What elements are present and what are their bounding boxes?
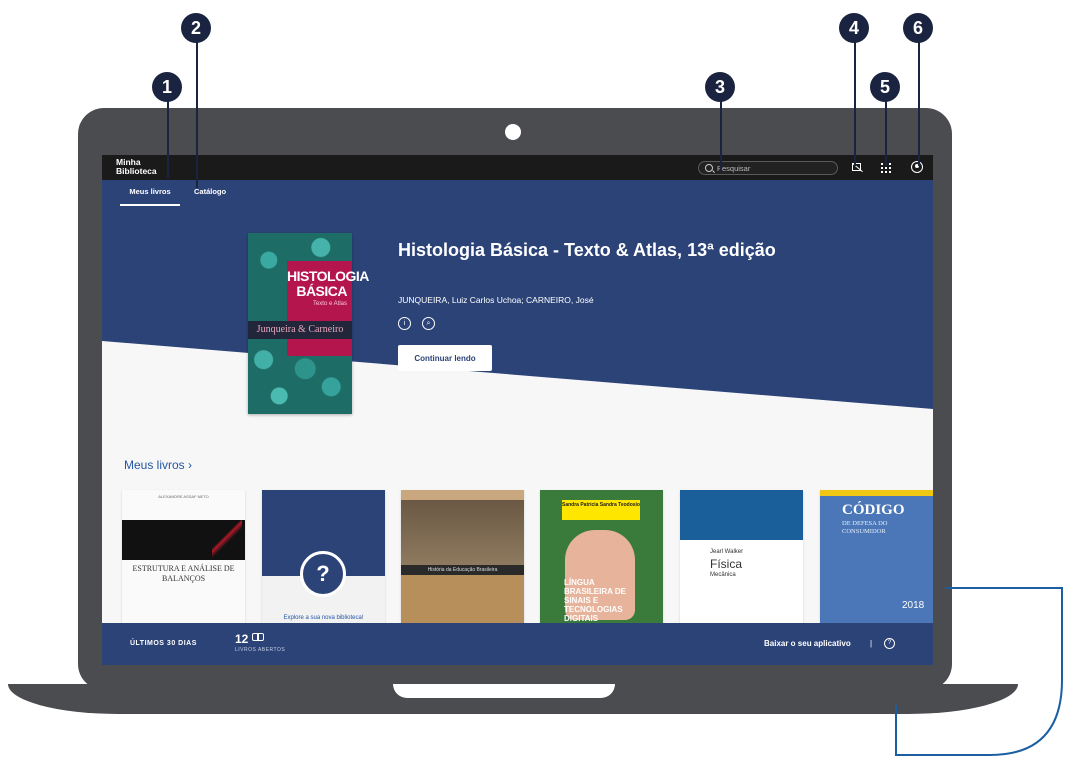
marker-3: 3 — [705, 72, 735, 102]
book-card[interactable]: História da Educação Brasileira — [401, 490, 524, 630]
marker-1: 1 — [152, 72, 182, 102]
hero-book-cover[interactable]: HISTOLOGIA BÁSICA Texto e Atlas Junqueir… — [248, 233, 369, 414]
continue-reading-button[interactable]: Continuar lendo — [398, 345, 492, 371]
nav-bar: Meus livros Catálogo — [102, 180, 933, 206]
camera-dot — [505, 124, 521, 140]
book-card[interactable]: Jearl Walker Física Mecânica — [680, 490, 803, 630]
footer-bar: ÚLTIMOS 30 DIAS 12 LIVROS ABERTOS Baixar… — [102, 623, 933, 665]
download-app-link[interactable]: Baixar o seu aplicativo — [764, 639, 851, 648]
laptop-notch — [393, 684, 615, 698]
hero-book-authors: JUNQUEIRA, Luiz Carlos Uchoa; CARNEIRO, … — [398, 295, 594, 305]
cover-authors: Junqueira & Carneiro — [248, 321, 352, 339]
marker-pointer — [854, 30, 856, 166]
marker-pointer — [918, 30, 920, 166]
search-icon — [705, 164, 713, 172]
search-in-book-icon[interactable]: ⌕ — [422, 317, 435, 330]
marker-2: 2 — [181, 13, 211, 43]
tab-catalogo[interactable]: Catálogo — [194, 180, 226, 206]
app-logo[interactable]: Minha Biblioteca — [116, 158, 157, 176]
marker-pointer — [196, 30, 198, 188]
book-card[interactable]: Sandra Patricia Sandra Teodosio LÍNGUA B… — [540, 490, 663, 630]
search-input[interactable] — [717, 162, 827, 174]
last-days-label: ÚLTIMOS 30 DIAS — [130, 640, 197, 647]
search-box[interactable] — [698, 161, 838, 175]
marker-pointer — [885, 100, 887, 166]
book-open-icon — [252, 632, 266, 642]
marker-5: 5 — [870, 72, 900, 102]
book-card-explore[interactable]: ? Explore a sua nova biblioteca! — [262, 490, 385, 630]
marker-pointer — [720, 100, 722, 170]
user-account-icon[interactable] — [910, 160, 924, 174]
notifications-off-icon[interactable] — [850, 160, 864, 174]
section-title-meus-livros[interactable]: Meus livros › — [124, 458, 192, 472]
top-bar: Minha Biblioteca — [102, 155, 933, 180]
book-card[interactable]: ALEXANDRE ASSAF NETO ESTRUTURA E ANÁLISE… — [122, 490, 245, 630]
cover-title-band: HISTOLOGIA BÁSICA Texto e Atlas — [287, 261, 369, 356]
hero-book-title[interactable]: Histologia Básica - Texto & Atlas, 13ª e… — [398, 239, 788, 262]
footer-separator: | — [870, 639, 873, 648]
marker-4: 4 — [839, 13, 869, 43]
help-icon[interactable]: ? — [884, 638, 895, 649]
info-icon[interactable]: i — [398, 317, 411, 330]
books-opened-label: LIVROS ABERTOS — [235, 647, 286, 653]
app-screen: Minha Biblioteca Meus livros Catálogo HI… — [102, 155, 933, 665]
books-opened-count: 12 — [235, 632, 249, 646]
book-card[interactable]: CÓDIGO DE DEFESA DO CONSUMIDOR 2018 — [820, 490, 933, 630]
tab-meus-livros[interactable]: Meus livros — [120, 180, 180, 206]
marker-6: 6 — [903, 13, 933, 43]
marker-pointer — [167, 100, 169, 178]
question-icon: ? — [300, 551, 346, 597]
